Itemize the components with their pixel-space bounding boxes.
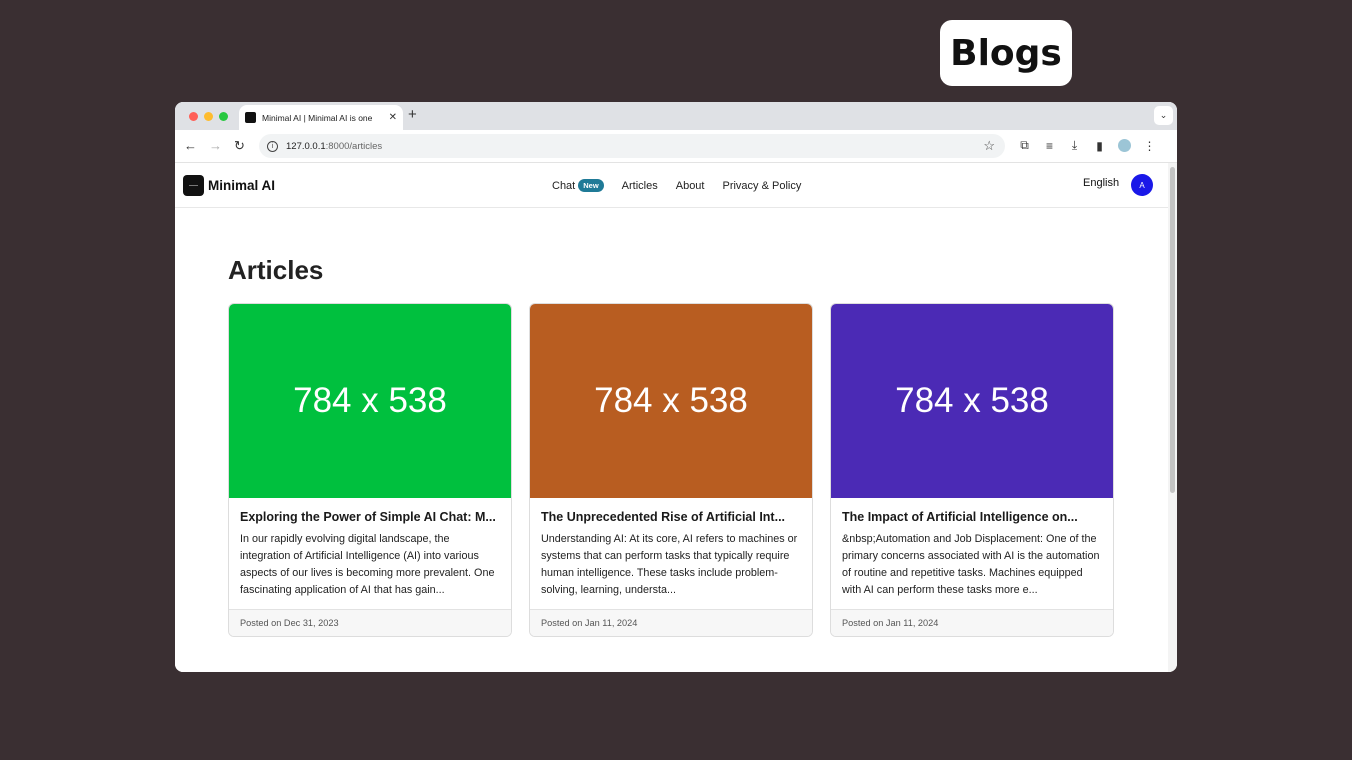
reading-list-icon[interactable]: ≡ (1043, 139, 1056, 153)
language-selector[interactable]: English (1083, 177, 1119, 189)
page-title: Articles (228, 255, 324, 285)
download-icon[interactable]: ⤓ (1068, 138, 1081, 153)
bookmark-star-icon[interactable]: ☆ (983, 138, 995, 154)
browser-toolbar: ← → ↻ i 127.0.0.1:8000/articles ☆ ⧉ ≡ ⤓ … (175, 130, 1177, 163)
article-card[interactable]: 784 x 538 The Impact of Artificial Intel… (830, 303, 1114, 637)
article-title[interactable]: The Impact of Artificial Intelligence on… (842, 509, 1102, 525)
maximize-window-button[interactable] (219, 112, 228, 121)
address-bar[interactable]: i 127.0.0.1:8000/articles ☆ (259, 134, 1005, 158)
back-arrow-icon[interactable]: ← (184, 138, 197, 153)
nav-articles-link[interactable]: Articles (622, 180, 658, 192)
article-thumbnail[interactable]: 784 x 538 (831, 304, 1113, 498)
tab-title: Minimal AI | Minimal AI is one (262, 112, 373, 123)
profile-avatar-icon[interactable] (1118, 139, 1131, 152)
site-info-icon[interactable]: i (267, 140, 278, 152)
nav-about-link[interactable]: About (676, 180, 705, 192)
article-date: Posted on Jan 11, 2024 (831, 609, 1113, 636)
nav-chat-link[interactable]: Chat New (552, 179, 604, 192)
article-thumbnail[interactable]: 784 x 538 (229, 304, 511, 498)
article-title[interactable]: Exploring the Power of Simple AI Chat: M… (240, 509, 500, 525)
scrollbar-thumb[interactable] (1170, 167, 1175, 493)
article-body: The Unprecedented Rise of Artificial Int… (530, 498, 812, 609)
article-card[interactable]: 784 x 538 Exploring the Power of Simple … (228, 303, 512, 637)
new-badge: New (578, 179, 604, 192)
browser-tab[interactable]: Minimal AI | Minimal AI is one ✕ (239, 105, 403, 130)
article-card[interactable]: 784 x 538 The Unprecedented Rise of Arti… (529, 303, 813, 637)
web-page: Minimal AI Chat New Articles About Priva… (175, 163, 1168, 672)
page-scrollbar[interactable] (1168, 163, 1177, 672)
article-thumbnail[interactable]: 784 x 538 (530, 304, 812, 498)
forward-arrow-icon[interactable]: → (209, 138, 222, 153)
site-header: Minimal AI Chat New Articles About Priva… (175, 163, 1168, 208)
article-excerpt: Understanding AI: At its core, AI refers… (541, 533, 798, 596)
url-path: :8000/articles (325, 140, 383, 152)
url-text[interactable]: 127.0.0.1:8000/articles (286, 141, 382, 152)
article-body: Exploring the Power of Simple AI Chat: M… (229, 498, 511, 609)
window-controls (189, 112, 228, 121)
user-avatar[interactable]: A (1131, 174, 1153, 196)
side-panel-icon[interactable]: ▮ (1093, 139, 1106, 153)
blogs-label: Blogs (940, 20, 1072, 86)
article-date: Posted on Dec 31, 2023 (229, 609, 511, 636)
new-tab-button[interactable]: + (408, 106, 417, 123)
minimize-window-button[interactable] (204, 112, 213, 121)
extensions-icon[interactable]: ⧉ (1018, 138, 1031, 153)
url-host: 127.0.0.1 (286, 140, 326, 152)
close-tab-icon[interactable]: ✕ (389, 112, 397, 123)
nav-privacy-link[interactable]: Privacy & Policy (722, 180, 801, 192)
article-excerpt: In our rapidly evolving digital landscap… (240, 533, 495, 596)
toolbar-icons: ⧉ ≡ ⤓ ▮ ⋮ (1018, 138, 1156, 153)
article-excerpt: &nbsp;Automation and Job Displacement: O… (842, 533, 1100, 596)
article-date: Posted on Jan 11, 2024 (530, 609, 812, 636)
brand-link[interactable]: Minimal AI (183, 175, 275, 196)
reload-icon[interactable]: ↻ (234, 138, 245, 154)
article-title[interactable]: The Unprecedented Rise of Artificial Int… (541, 509, 801, 525)
close-window-button[interactable] (189, 112, 198, 121)
tab-strip: Minimal AI | Minimal AI is one ✕ + ⌄ (175, 102, 1177, 130)
brand-logo-icon (183, 175, 204, 196)
kebab-menu-icon[interactable]: ⋮ (1143, 139, 1156, 153)
nav-chat-label: Chat (552, 179, 576, 192)
main-nav: Chat New Articles About Privacy & Policy (552, 179, 819, 192)
article-body: The Impact of Artificial Intelligence on… (831, 498, 1113, 609)
tab-search-button[interactable]: ⌄ (1154, 106, 1173, 125)
brand-name: Minimal AI (208, 178, 276, 193)
favicon-icon (245, 112, 256, 123)
browser-window: Minimal AI | Minimal AI is one ✕ + ⌄ ← →… (175, 102, 1177, 672)
